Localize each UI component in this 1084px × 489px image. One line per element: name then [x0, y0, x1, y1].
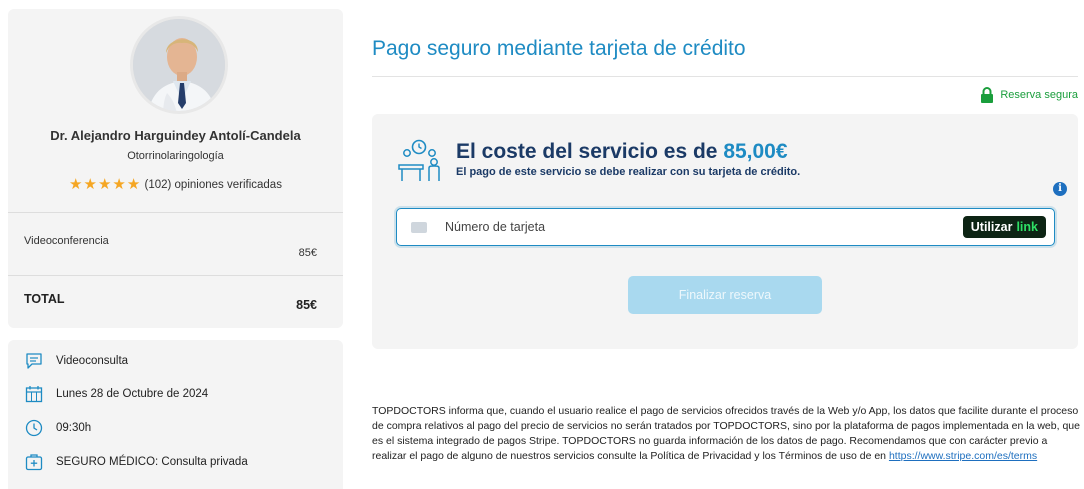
doctor-rating[interactable]: ★★★★★ (102) opiniones verificadas [8, 175, 343, 193]
divider [8, 275, 343, 276]
appointment-time-label: 09:30h [56, 422, 92, 434]
cost-title: El coste del servicio es de 85,00€ [456, 140, 788, 164]
doctor-name: Dr. Alejandro Harguindey Antolí-Candela [50, 128, 301, 143]
rating-stars: ★★★★★ [69, 176, 142, 193]
link-brand-label: link [1016, 220, 1038, 234]
cost-prefix: El coste del servicio es de [456, 140, 724, 163]
reviews-count: (102) opiniones verificadas [144, 179, 282, 191]
appointment-insurance: SEGURO MÉDICO: Consulta privada [24, 451, 248, 473]
doctor-summary-card: Dr. Alejandro Harguindey Antolí-Candela … [8, 9, 343, 328]
card-number-field[interactable]: Utilizar link [396, 208, 1055, 246]
card-number-input[interactable] [445, 220, 925, 234]
appointment-card: Videoconsulta Lunes 28 de Octubre de 202… [8, 340, 343, 489]
finalize-booking-button[interactable]: Finalizar reserva [628, 276, 822, 314]
payment-desk-icon [398, 139, 440, 181]
card-icon [411, 221, 427, 233]
page-title: Pago seguro mediante tarjeta de crédito [372, 37, 746, 60]
service-price: 85€ [298, 247, 317, 259]
cost-subtitle: El pago de este servicio se debe realiza… [456, 166, 801, 178]
secure-booking-badge: Reserva segura [980, 87, 1078, 103]
medical-case-icon [25, 454, 43, 471]
chat-icon [26, 353, 42, 369]
calendar-icon [25, 386, 43, 403]
service-name: Videoconferencia [24, 235, 109, 247]
info-icon[interactable]: i [1053, 182, 1067, 196]
divider [372, 76, 1078, 77]
divider [8, 212, 343, 213]
doctor-avatar [130, 16, 228, 114]
appointment-date: Lunes 28 de Octubre de 2024 [24, 383, 208, 405]
stripe-terms-link[interactable]: https://www.stripe.com/es/terms [889, 450, 1037, 462]
use-link-label: Utilizar [970, 220, 1013, 234]
payment-panel: El coste del servicio es de 85,00€ El pa… [372, 114, 1078, 349]
legal-notice: TOPDOCTORS informa que, cuando el usuari… [372, 404, 1080, 464]
appointment-type-label: Videoconsulta [56, 355, 129, 367]
clock-icon [25, 419, 43, 437]
doctor-specialty: Otorrinolaringología [127, 150, 224, 162]
appointment-type: Videoconsulta [24, 350, 128, 372]
appointment-time: 09:30h [24, 417, 91, 439]
use-link-button[interactable]: Utilizar link [962, 216, 1046, 238]
cost-amount: 85,00€ [723, 140, 788, 163]
total-price: 85€ [296, 298, 317, 312]
lock-icon [981, 87, 994, 103]
secure-booking-label: Reserva segura [1000, 89, 1078, 101]
total-label: TOTAL [24, 292, 65, 306]
appointment-date-label: Lunes 28 de Octubre de 2024 [56, 388, 209, 400]
appointment-insurance-label: SEGURO MÉDICO: Consulta privada [56, 456, 248, 468]
